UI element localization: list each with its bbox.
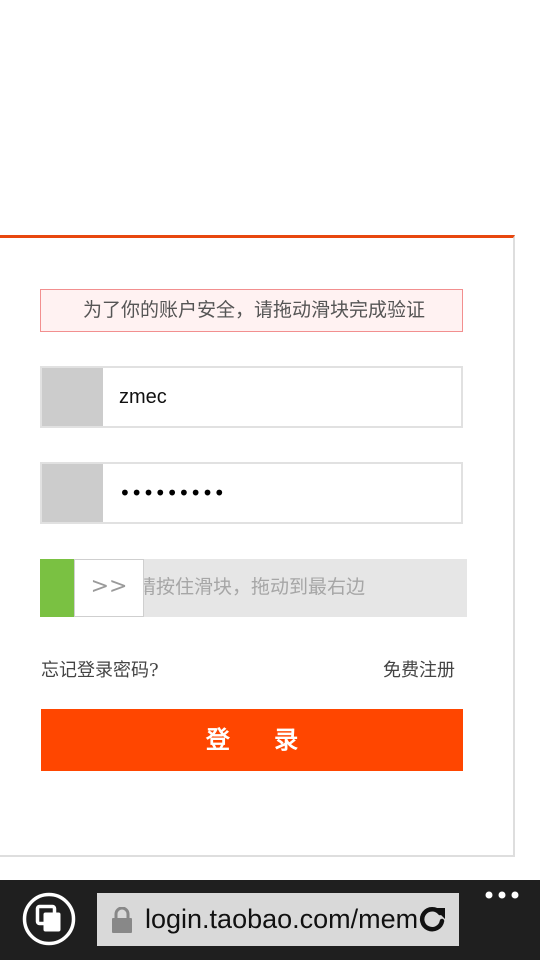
- tabs-button[interactable]: [22, 892, 76, 946]
- username-field[interactable]: zmec: [40, 366, 463, 428]
- slider-verification[interactable]: 请按住滑块，拖动到最右边 >>: [40, 559, 467, 617]
- slider-instruction: 请按住滑块，拖动到最右边: [137, 576, 366, 598]
- browser-address-bar: login.taobao.com/member/login.jhtml: [0, 880, 540, 960]
- secure-lock-icon: [112, 907, 132, 933]
- username-value[interactable]: zmec: [119, 368, 167, 426]
- user-icon: [42, 368, 103, 426]
- login-button[interactable]: 登 录: [41, 709, 463, 771]
- slider-handle[interactable]: >>: [74, 559, 144, 617]
- password-value[interactable]: •••••••••: [119, 464, 225, 522]
- address-text[interactable]: login.taobao.com/member/login.jhtml: [145, 893, 417, 946]
- double-chevron-right-icon: >>: [90, 574, 128, 599]
- password-field[interactable]: •••••••••: [40, 462, 463, 524]
- tabs-icon: [22, 892, 76, 946]
- address-field[interactable]: login.taobao.com/member/login.jhtml: [97, 893, 459, 946]
- forgot-password-link[interactable]: 忘记登录密码?: [41, 658, 159, 684]
- security-notice: 为了你的账户安全，请拖动滑块完成验证: [40, 289, 463, 332]
- more-options-button[interactable]: [484, 886, 520, 906]
- slider-progress: [40, 559, 74, 617]
- register-link[interactable]: 免费注册: [383, 658, 455, 684]
- more-dots-icon: [485, 891, 519, 899]
- refresh-icon[interactable]: [417, 905, 447, 935]
- lock-icon: [42, 464, 103, 522]
